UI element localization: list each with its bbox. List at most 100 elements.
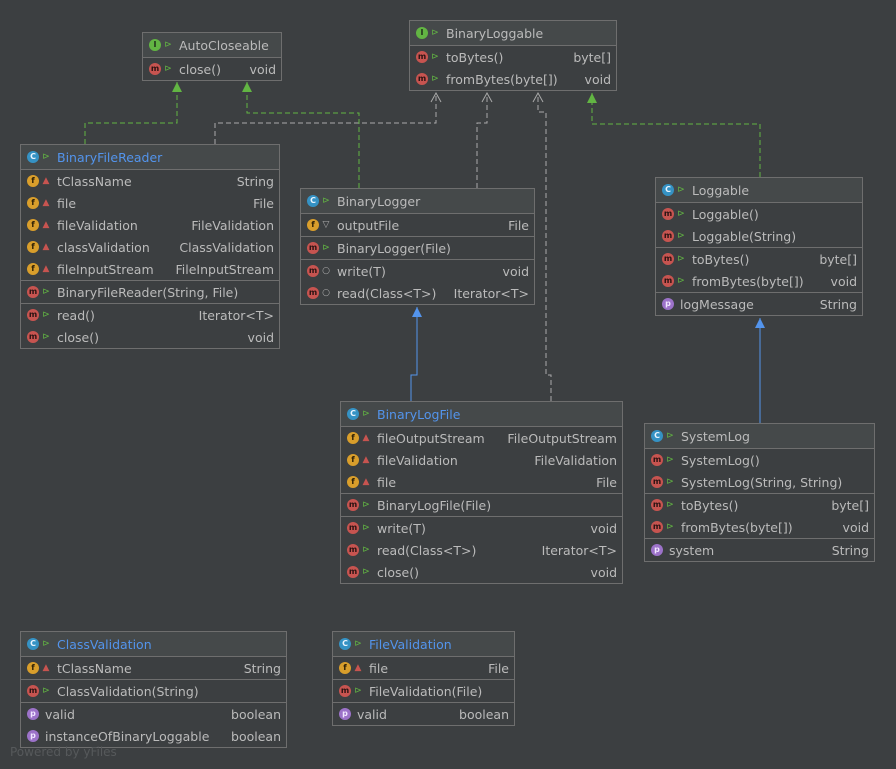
- member-name: valid: [357, 706, 387, 722]
- member-row[interactable]: m ○ read(Class<T>) Iterator<T>: [301, 282, 534, 304]
- member-section: m ⊳ SystemLog() m ⊳ SystemLog(String, String): [645, 449, 874, 494]
- field-icon: f: [27, 241, 39, 253]
- node-header: C ⊳ BinaryLogFile: [341, 402, 622, 427]
- member-row[interactable]: m ○ write(T) void: [301, 260, 534, 282]
- member-name: tClassName: [57, 173, 132, 189]
- class-title: BinaryFileReader: [57, 149, 163, 165]
- member-type: File: [488, 660, 509, 676]
- member-row[interactable]: m ⊳ toBytes() byte[]: [645, 494, 874, 516]
- member-type: void: [247, 329, 274, 345]
- class-title: BinaryLogFile: [377, 406, 461, 422]
- field-icon: f: [27, 175, 39, 187]
- member-row[interactable]: f ▲ file File: [21, 192, 279, 214]
- node-loggable[interactable]: C ⊳ Loggable m ⊳ Loggable() m ⊳ Loggable(String)…: [655, 177, 863, 316]
- field-icon: f: [27, 263, 39, 275]
- member-section: f ▲ fileOutputStream FileOutputStream f ▲ file…: [341, 427, 622, 494]
- member-section: p valid boolean p instanceOfBinaryLoggable bo…: [21, 703, 286, 747]
- class-title: FileValidation: [369, 636, 452, 652]
- member-row[interactable]: f ▲ tClassName String: [21, 657, 286, 679]
- member-section: m ⊳ write(T) void m ⊳ read(Class<T>) Iterator<T…: [341, 517, 622, 583]
- member-row[interactable]: m ⊳ SystemLog(String, String): [645, 471, 874, 493]
- member-section: f ▲ file File: [333, 657, 514, 680]
- node-binary-file-reader[interactable]: C ⊳ BinaryFileReader f ▲ tClassName String f ▲ fi…: [20, 144, 280, 349]
- member-name: write(T): [337, 263, 386, 279]
- member-row[interactable]: m ⊳ SystemLog(): [645, 449, 874, 471]
- node-file-validation[interactable]: C ⊳ FileValidation f ▲ file File m ⊳ FileValidati…: [332, 631, 515, 726]
- private-visibility-icon: ▲: [354, 663, 362, 673]
- member-section: f ▲ tClassName String f ▲ file File f ▲ fileValida…: [21, 170, 279, 281]
- member-row[interactable]: m ⊳ Loggable(): [656, 203, 862, 225]
- node-header: C ⊳ Loggable: [656, 178, 862, 203]
- arrowhead: [242, 82, 252, 92]
- member-row[interactable]: m ⊳ fromBytes(byte[]) void: [410, 68, 616, 90]
- member-row[interactable]: f ▲ fileValidation FileValidation: [21, 214, 279, 236]
- member-row[interactable]: m ⊳ toBytes() byte[]: [410, 46, 616, 68]
- public-visibility-icon: ⊳: [42, 310, 50, 320]
- class-icon: C: [27, 151, 39, 163]
- edge-usage-binary_file_reader-to-binary_loggable: [214, 93, 437, 144]
- public-visibility-icon: ⊳: [431, 74, 439, 84]
- private-visibility-icon: ▲: [362, 433, 370, 443]
- private-visibility-icon: ▲: [42, 264, 50, 274]
- method-icon: m: [27, 286, 39, 298]
- member-row[interactable]: f ▲ tClassName String: [21, 170, 279, 192]
- member-type: String: [243, 660, 281, 676]
- public-visibility-icon: ⊳: [42, 639, 50, 649]
- member-row[interactable]: m ⊳ close() void: [21, 326, 279, 348]
- member-row[interactable]: f ▲ fileInputStream FileInputStream: [21, 258, 279, 280]
- member-row[interactable]: m ⊳ read(Class<T>) Iterator<T>: [341, 539, 622, 561]
- member-type: void: [590, 564, 617, 580]
- node-binary-loggable[interactable]: I ⊳ BinaryLoggable m ⊳ toBytes() byte[] m ⊳ fromB…: [409, 20, 617, 91]
- member-row[interactable]: f ▲ fileValidation FileValidation: [341, 449, 622, 471]
- method-icon: m: [27, 685, 39, 697]
- public-visibility-icon: ⊳: [666, 455, 674, 465]
- public-visibility-icon: ⊳: [362, 409, 370, 419]
- member-name: fileOutputStream: [377, 430, 485, 446]
- member-row[interactable]: f ▽ outputFile File: [301, 214, 534, 236]
- node-binary-logger[interactable]: C ⊳ BinaryLogger f ▽ outputFile File m ⊳ BinaryLo…: [300, 188, 535, 305]
- member-row[interactable]: f ▲ fileOutputStream FileOutputStream: [341, 427, 622, 449]
- method-icon: m: [347, 499, 359, 511]
- member-row[interactable]: p instanceOfBinaryLoggable boolean: [21, 725, 286, 747]
- member-row[interactable]: m ⊳ BinaryLogger(File): [301, 237, 534, 259]
- private-visibility-icon: ▲: [42, 198, 50, 208]
- public-visibility-icon: ⊳: [677, 254, 685, 264]
- public-visibility-icon: ⊳: [362, 500, 370, 510]
- member-row[interactable]: f ▲ classValidation ClassValidation: [21, 236, 279, 258]
- private-visibility-icon: ▲: [362, 455, 370, 465]
- member-row[interactable]: m ⊳ FileValidation(File): [333, 680, 514, 702]
- member-row[interactable]: f ▲ file File: [341, 471, 622, 493]
- node-system-log[interactable]: C ⊳ SystemLog m ⊳ SystemLog() m ⊳ SystemLog(Stri…: [644, 423, 875, 562]
- member-row[interactable]: m ⊳ BinaryFileReader(String, File): [21, 281, 279, 303]
- method-icon: m: [651, 476, 663, 488]
- member-row[interactable]: p logMessage String: [656, 293, 862, 315]
- member-row[interactable]: m ⊳ fromBytes(byte[]) void: [656, 270, 862, 292]
- member-section: f ▲ tClassName String: [21, 657, 286, 680]
- member-row[interactable]: m ⊳ BinaryLogFile(File): [341, 494, 622, 516]
- class-icon: C: [651, 430, 663, 442]
- member-row[interactable]: m ⊳ toBytes() byte[]: [656, 248, 862, 270]
- method-icon: m: [662, 208, 674, 220]
- member-row[interactable]: m ⊳ write(T) void: [341, 517, 622, 539]
- member-row[interactable]: m ⊳ close() void: [341, 561, 622, 583]
- member-row[interactable]: f ▲ file File: [333, 657, 514, 679]
- member-row[interactable]: p valid boolean: [333, 703, 514, 725]
- member-row[interactable]: m ⊳ close() void: [143, 58, 281, 80]
- member-section: f ▽ outputFile File: [301, 214, 534, 237]
- member-type: void: [842, 519, 869, 535]
- node-binary-log-file[interactable]: C ⊳ BinaryLogFile f ▲ fileOutputStream FileOut…: [340, 401, 623, 584]
- member-row[interactable]: p valid boolean: [21, 703, 286, 725]
- class-icon: C: [347, 408, 359, 420]
- class-icon: C: [339, 638, 351, 650]
- arrowhead: [172, 82, 182, 92]
- member-row[interactable]: m ⊳ fromBytes(byte[]) void: [645, 516, 874, 538]
- member-row[interactable]: m ⊳ ClassValidation(String): [21, 680, 286, 702]
- node-auto-closeable[interactable]: I ⊳ AutoCloseable m ⊳ close() void: [142, 32, 282, 81]
- member-row[interactable]: m ⊳ Loggable(String): [656, 225, 862, 247]
- node-class-validation[interactable]: C ⊳ ClassValidation f ▲ tClassName String m ⊳ Cla…: [20, 631, 287, 748]
- method-icon: m: [416, 51, 428, 63]
- member-type: boolean: [231, 706, 281, 722]
- member-row[interactable]: p system String: [645, 539, 874, 561]
- member-row[interactable]: m ⊳ read() Iterator<T>: [21, 304, 279, 326]
- member-name: toBytes(): [446, 49, 504, 65]
